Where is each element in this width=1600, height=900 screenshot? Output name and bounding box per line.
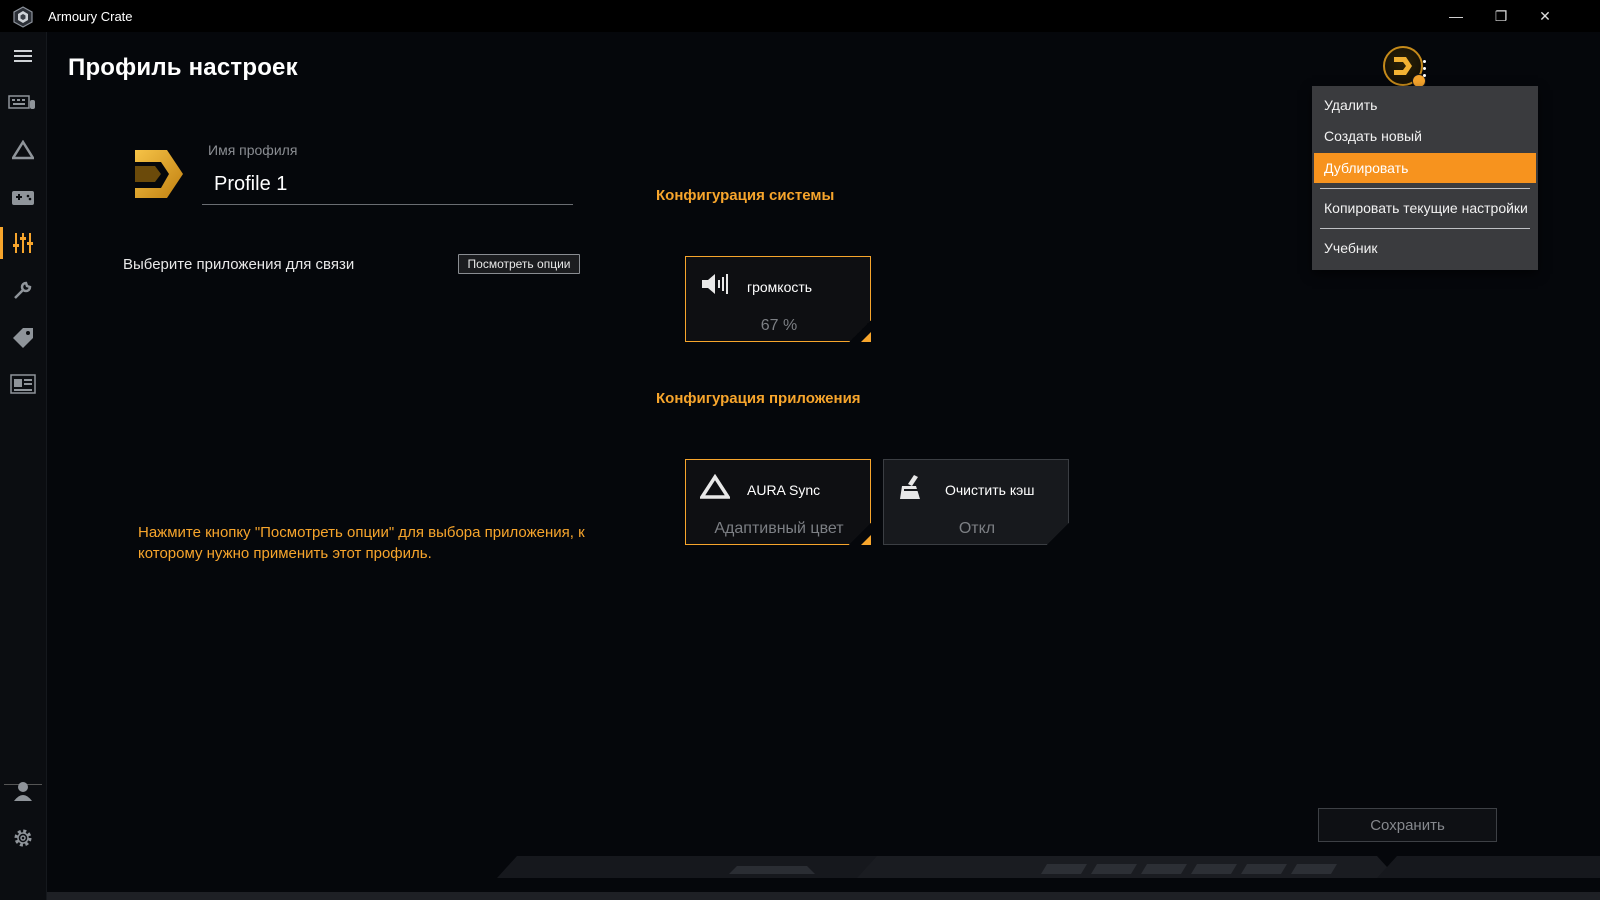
profile-logo-icon — [135, 150, 183, 198]
devices-icon — [8, 95, 35, 109]
close-button[interactable]: ✕ — [1522, 0, 1568, 32]
sidebar-item-game-library[interactable] — [0, 175, 46, 219]
tools-icon — [14, 281, 32, 299]
sidebar-item-deals[interactable] — [0, 315, 46, 359]
kebab-dot-icon — [1422, 59, 1426, 63]
system-config-title: Конфигурация системы — [656, 187, 835, 204]
view-options-hint: Нажмите кнопку "Посмотреть опции" для вы… — [138, 524, 585, 562]
restore-icon: ❐ — [1494, 7, 1508, 24]
title-bar: Armoury Crate — ❐ ✕ — [0, 0, 1600, 32]
clear-cache-broom-icon — [900, 475, 920, 499]
sidebar-item-news[interactable] — [0, 362, 46, 406]
profile-name-input[interactable] — [202, 164, 573, 205]
profile-options-menu: Удалить Создать новый Дублировать Копиро… — [1312, 86, 1538, 270]
aura-icon — [12, 140, 34, 160]
settings-gear-icon — [14, 829, 32, 847]
menu-item-copy-current-settings[interactable]: Копировать текущие настройки — [1314, 193, 1536, 223]
volume-tile[interactable]: громкость 67 % — [685, 256, 871, 342]
sidebar-item-user[interactable] — [0, 769, 46, 813]
tile-corner-cut — [1047, 523, 1069, 545]
save-button[interactable]: Сохранить — [1318, 808, 1497, 842]
kebab-dot-icon — [1422, 66, 1426, 70]
scenario-profiles-icon — [13, 233, 33, 253]
user-icon — [14, 782, 32, 801]
aura-sync-tile-label: AURA Sync — [747, 482, 821, 498]
sidebar-item-tools[interactable] — [0, 268, 46, 312]
aura-sync-tile[interactable]: AURA Sync Адаптивный цвет — [685, 459, 871, 545]
sidebar-item-settings[interactable] — [0, 816, 46, 860]
news-icon — [10, 374, 36, 394]
menu-divider — [1320, 188, 1530, 189]
aura-sync-icon — [700, 474, 730, 499]
menu-divider — [1320, 228, 1530, 229]
sidebar-item-aura[interactable] — [0, 128, 46, 172]
clear-cache-tile-value: Откл — [958, 520, 996, 537]
sidebar — [0, 32, 47, 900]
sidebar-item-scenario-profiles[interactable] — [0, 221, 46, 265]
link-apps-label: Выберите приложения для связи — [123, 256, 355, 273]
sidebar-item-devices[interactable] — [0, 80, 46, 124]
view-options-button[interactable]: Посмотреть опции — [458, 254, 580, 274]
bottom-decoration — [47, 856, 1600, 900]
more-options-button[interactable] — [1412, 54, 1436, 82]
minimize-icon: — — [1449, 8, 1463, 24]
game-library-icon — [12, 191, 34, 205]
speaker-volume-icon — [702, 274, 728, 294]
profile-name-label: Имя профиля — [208, 142, 298, 158]
close-icon: ✕ — [1539, 7, 1551, 24]
aura-sync-tile-value: Адаптивный цвет — [714, 520, 844, 537]
armoury-crate-logo-icon — [13, 6, 33, 28]
tile-corner-accent — [861, 332, 871, 342]
clear-cache-tile[interactable]: Очистить кэш Откл — [883, 459, 1069, 545]
tile-corner-accent — [861, 535, 871, 545]
menu-item-create-new[interactable]: Создать новый — [1314, 121, 1536, 151]
hamburger-menu-icon — [14, 50, 32, 62]
sidebar-menu-toggle[interactable] — [0, 34, 46, 78]
menu-item-duplicate[interactable]: Дублировать — [1314, 153, 1536, 183]
kebab-dot-icon — [1422, 73, 1426, 77]
deals-tag-icon — [13, 328, 33, 348]
menu-item-tutorial[interactable]: Учебник — [1314, 233, 1536, 263]
volume-tile-label: громкость — [747, 279, 813, 295]
restore-button[interactable]: ❐ — [1478, 0, 1524, 32]
clear-cache-tile-label: Очистить кэш — [945, 482, 1035, 498]
app-config-title: Конфигурация приложения — [656, 390, 861, 407]
volume-tile-value: 67 % — [760, 317, 798, 334]
menu-item-delete[interactable]: Удалить — [1314, 90, 1536, 120]
page-title: Профиль настроек — [68, 54, 298, 81]
minimize-button[interactable]: — — [1433, 0, 1479, 32]
app-title: Armoury Crate — [48, 9, 133, 24]
